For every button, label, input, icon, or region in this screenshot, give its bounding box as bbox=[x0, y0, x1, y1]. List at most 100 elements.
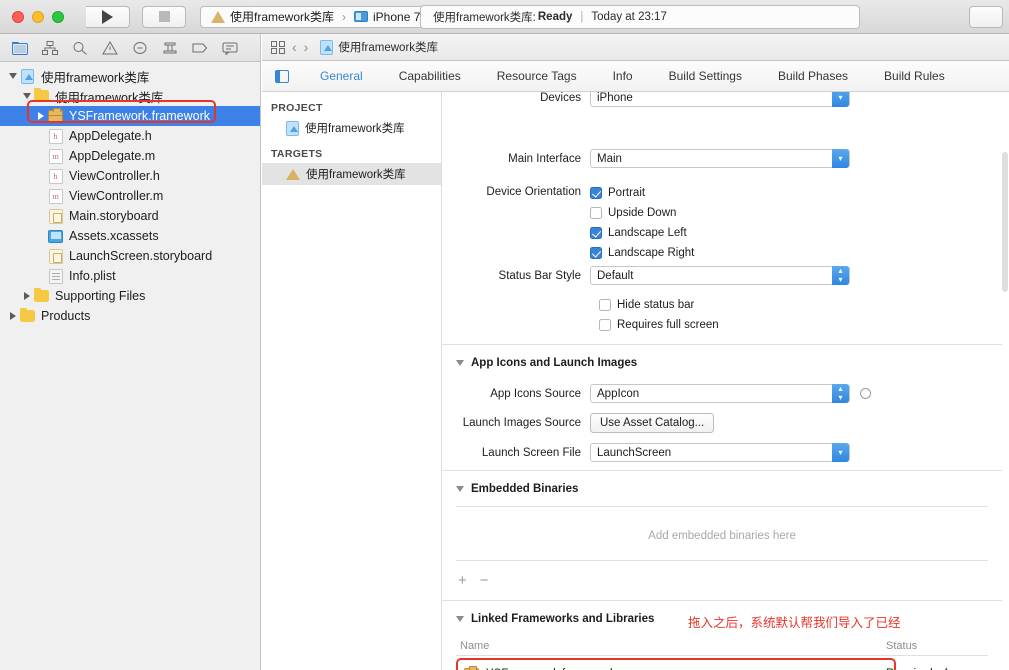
app-icons-source-select[interactable]: AppIcon ▴ ▾ bbox=[590, 384, 850, 403]
disclosure-triangle-icon[interactable] bbox=[456, 360, 464, 366]
orientation-landscape-right[interactable]: Landscape Right bbox=[590, 243, 694, 263]
embedded-binaries-section-header[interactable]: Embedded Binaries bbox=[456, 483, 578, 495]
vertical-scrollbar[interactable] bbox=[1002, 152, 1008, 292]
orientation-portrait[interactable]: Portrait bbox=[590, 183, 694, 203]
related-items-icon[interactable] bbox=[271, 40, 285, 54]
issue-icon[interactable] bbox=[130, 39, 150, 57]
project-target-list: PROJECT 使用framework类库 TARGETS 使用framewor… bbox=[262, 92, 442, 670]
general-settings-pane[interactable]: Devices iPhone ▾ Main Interface Main ▾ D… bbox=[442, 92, 1009, 670]
framework-icon bbox=[48, 107, 63, 123]
disclosure-triangle-icon[interactable] bbox=[456, 486, 464, 492]
target-list-item[interactable]: 使用framework类库 bbox=[262, 163, 441, 185]
launch-images-source-button[interactable]: Use Asset Catalog... bbox=[590, 413, 715, 433]
checkbox[interactable] bbox=[590, 207, 602, 219]
linked-frameworks-section-header[interactable]: Linked Frameworks and Libraries bbox=[456, 613, 654, 625]
tree-item[interactable]: Supporting Files bbox=[0, 286, 260, 306]
tree-item[interactable]: 使用framework类库 bbox=[0, 86, 260, 106]
close-button[interactable] bbox=[12, 10, 24, 23]
tree-item[interactable]: Main.storyboard bbox=[0, 206, 260, 226]
main-interface-select[interactable]: Main ▾ bbox=[590, 149, 850, 168]
checkbox[interactable] bbox=[599, 319, 611, 331]
breadcrumb[interactable]: 使用framework类库 bbox=[320, 39, 438, 55]
twisty[interactable] bbox=[6, 312, 19, 320]
project-list-item[interactable]: 使用framework类库 bbox=[262, 117, 441, 139]
devices-row: Devices iPhone ▾ bbox=[442, 92, 850, 107]
tab-build-phases[interactable]: Build Phases bbox=[760, 69, 866, 83]
device-orientation-options: Portrait Upside Down Landscape Left Landsca… bbox=[590, 183, 694, 263]
forward-button[interactable]: › bbox=[304, 39, 309, 55]
back-button[interactable]: ‹ bbox=[292, 39, 297, 55]
tab-resource-tags[interactable]: Resource Tags bbox=[479, 69, 595, 83]
tree-item[interactable]: h ViewController.h bbox=[0, 166, 260, 186]
disclosure-triangle-icon[interactable] bbox=[9, 312, 16, 320]
checkbox[interactable] bbox=[590, 227, 602, 239]
app-icons-section-header[interactable]: App Icons and Launch Images bbox=[456, 357, 637, 369]
breakpoint-icon[interactable] bbox=[190, 39, 210, 57]
checkbox[interactable] bbox=[590, 247, 602, 259]
toggle-target-list-button[interactable] bbox=[262, 69, 302, 83]
twisty[interactable] bbox=[34, 112, 47, 120]
tab-capabilities[interactable]: Capabilities bbox=[381, 69, 479, 83]
tree-item[interactable]: Products bbox=[0, 306, 260, 326]
maximize-button[interactable] bbox=[52, 10, 64, 23]
window-titlebar: 使用framework类库 › iPhone 7 Plus 使用framewor… bbox=[0, 0, 1009, 34]
disclosure-triangle-icon[interactable] bbox=[37, 112, 44, 120]
twisty[interactable] bbox=[20, 292, 33, 300]
test-icon[interactable] bbox=[160, 39, 180, 57]
tree-item[interactable]: h AppDelegate.h bbox=[0, 126, 260, 146]
run-button[interactable] bbox=[86, 5, 130, 28]
project-icon bbox=[286, 120, 299, 136]
checkbox[interactable] bbox=[599, 299, 611, 311]
report-icon[interactable] bbox=[220, 39, 240, 57]
tab-build-rules[interactable]: Build Rules bbox=[866, 69, 963, 83]
tree-item[interactable]: m AppDelegate.m bbox=[0, 146, 260, 166]
chevron-down-icon[interactable]: ▾ bbox=[832, 149, 849, 168]
tab-build-settings[interactable]: Build Settings bbox=[651, 69, 760, 83]
editor-options-button[interactable] bbox=[969, 6, 1003, 28]
linked-framework-row[interactable]: YSFramework.frameworkRequired▴▾ bbox=[456, 662, 988, 670]
disclosure-triangle-icon[interactable] bbox=[22, 93, 31, 99]
launch-screen-file-select[interactable]: LaunchScreen ▾ bbox=[590, 443, 850, 462]
twisty[interactable] bbox=[6, 73, 19, 79]
chevron-down-icon[interactable]: ▾ bbox=[832, 92, 849, 107]
tab-general[interactable]: General bbox=[302, 69, 381, 83]
remove-embedded-binary-button[interactable]: − bbox=[480, 573, 489, 588]
orientation-upside-down[interactable]: Upside Down bbox=[590, 203, 694, 223]
disclosure-triangle-icon[interactable] bbox=[8, 73, 17, 79]
tree-item[interactable]: 使用framework类库 bbox=[0, 66, 260, 86]
stepper-icon[interactable]: ▴ ▾ bbox=[832, 266, 849, 285]
chevron-down-icon[interactable]: ▾ bbox=[832, 443, 849, 462]
status-bar-style-select[interactable]: Default ▴ ▾ bbox=[590, 266, 850, 285]
checkbox[interactable] bbox=[590, 187, 602, 199]
source-control-icon[interactable] bbox=[40, 39, 60, 57]
statusbar-option-hide-status-bar[interactable]: Hide status bar bbox=[599, 295, 719, 315]
twisty[interactable] bbox=[20, 93, 33, 99]
tree-item[interactable]: m ViewController.m bbox=[0, 186, 260, 206]
warning-icon[interactable] bbox=[100, 39, 120, 57]
folder-icon[interactable] bbox=[10, 39, 30, 57]
search-icon[interactable] bbox=[70, 39, 90, 57]
tree-item[interactable]: LaunchScreen.storyboard bbox=[0, 246, 260, 266]
header-file-icon: h bbox=[48, 128, 63, 144]
disclosure-triangle-icon[interactable] bbox=[23, 292, 30, 300]
orientation-landscape-left[interactable]: Landscape Left bbox=[590, 223, 694, 243]
disclosure-triangle-icon[interactable] bbox=[456, 616, 464, 622]
tree-item[interactable]: YSFramework.framework bbox=[0, 106, 260, 126]
project-navigator-tree[interactable]: 使用framework类库 使用framework类库 YSFramework.fr… bbox=[0, 62, 260, 326]
tab-info[interactable]: Info bbox=[595, 69, 651, 83]
add-embedded-binary-button[interactable]: + bbox=[458, 573, 467, 588]
column-header-status: Status bbox=[886, 640, 918, 652]
tree-item[interactable]: Assets.xcassets bbox=[0, 226, 260, 246]
assets-icon bbox=[48, 229, 63, 243]
minimize-button[interactable] bbox=[32, 10, 44, 23]
plist-icon bbox=[48, 268, 63, 284]
stepper-icon[interactable]: ▴ ▾ bbox=[832, 384, 849, 403]
header-file-icon: h bbox=[48, 168, 63, 184]
statusbar-option-requires-full-screen[interactable]: Requires full screen bbox=[599, 315, 719, 335]
stop-button[interactable] bbox=[142, 5, 186, 28]
status-stepper-icon[interactable]: ▴▾ bbox=[944, 665, 949, 670]
reveal-in-finder-icon[interactable] bbox=[860, 388, 871, 399]
checkbox-label: Portrait bbox=[608, 187, 646, 199]
tree-item[interactable]: Info.plist bbox=[0, 266, 260, 286]
devices-select[interactable]: iPhone ▾ bbox=[590, 92, 850, 107]
